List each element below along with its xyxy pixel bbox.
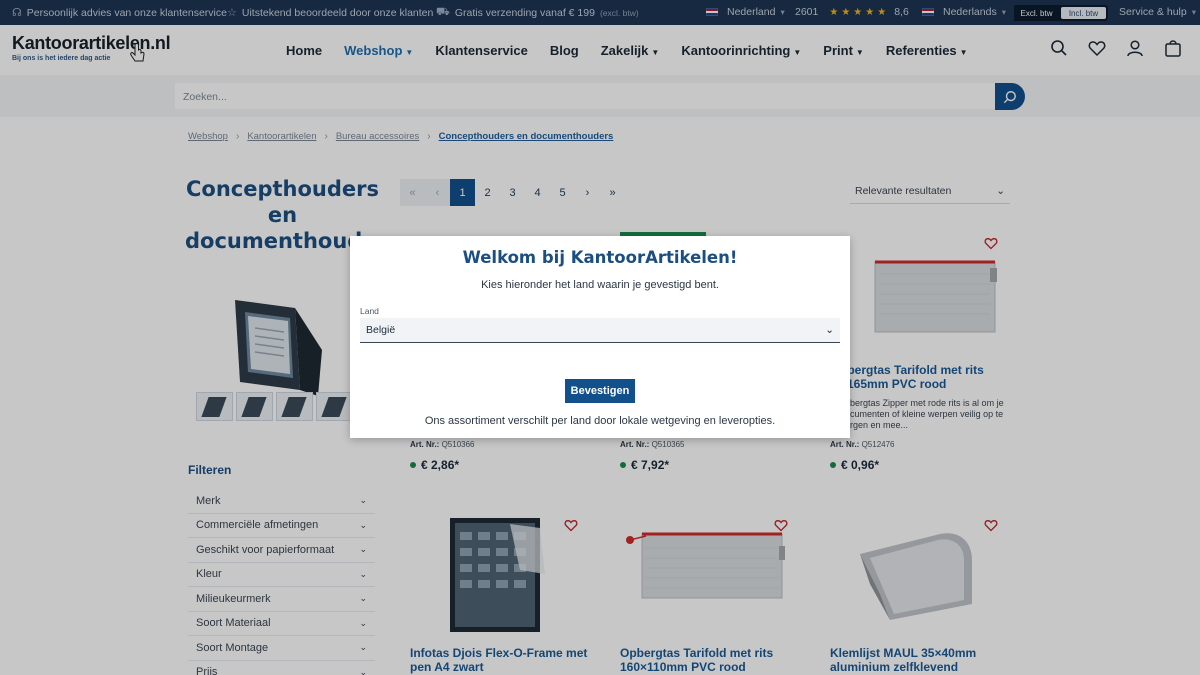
country-select-value: België: [366, 324, 396, 336]
country-select[interactable]: België ⌄: [360, 318, 840, 343]
chevron-down-icon: ⌄: [825, 324, 834, 336]
country-modal: Welkom bij KantoorArtikelen! Kies hieron…: [350, 236, 850, 438]
modal-title: Welkom bij KantoorArtikelen!: [462, 248, 738, 267]
modal-subtitle: Kies hieronder het land waarin je gevest…: [481, 279, 719, 291]
modal-note: Ons assortiment verschilt per land door …: [424, 415, 776, 427]
confirm-button[interactable]: Bevestigen: [565, 379, 635, 403]
country-select-label: Land: [360, 306, 379, 316]
